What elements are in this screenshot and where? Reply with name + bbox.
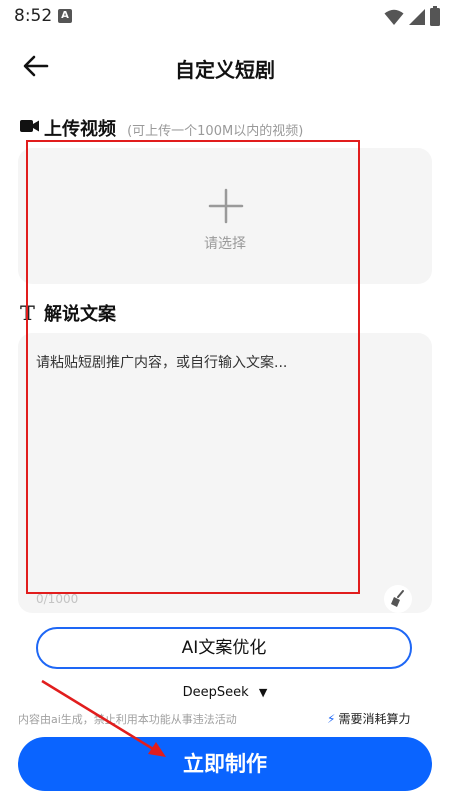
ai-disclaimer: 内容由ai生成，禁止利用本功能从事违法活动 (18, 713, 237, 726)
upload-section-header: 上传视频 (可上传一个100M以内的视频) (44, 115, 303, 141)
status-time: 8:52 (14, 6, 53, 26)
ai-optimize-button[interactable]: AI文案优化 (36, 627, 412, 669)
make-now-button[interactable]: 立即制作 (18, 737, 432, 791)
upload-section-title: 上传视频 (44, 119, 116, 140)
cell-signal-icon (409, 9, 425, 25)
cost-label: 需要消耗算力 (338, 712, 411, 726)
notification-badge-icon: A (58, 9, 72, 23)
clear-text-button[interactable] (384, 585, 412, 613)
char-counter: 0/1000 (36, 592, 79, 606)
status-bar: 8:52 A (0, 0, 450, 32)
model-selected-label: DeepSeek (182, 685, 249, 700)
annotation-highlight-rect (26, 140, 360, 594)
page-title: 自定义短剧 (175, 58, 275, 82)
cost-notice: ⚡ 需要消耗算力 (327, 710, 410, 727)
video-camera-icon (20, 120, 39, 132)
caret-down-icon: ▼ (258, 686, 268, 699)
broom-icon (391, 590, 404, 607)
model-dropdown[interactable]: DeepSeek ▼ (0, 685, 450, 700)
lightning-icon: ⚡ (327, 712, 336, 726)
battery-icon (430, 6, 440, 26)
wifi-icon (384, 9, 404, 25)
upload-section-hint: (可上传一个100M以内的视频) (127, 124, 304, 139)
